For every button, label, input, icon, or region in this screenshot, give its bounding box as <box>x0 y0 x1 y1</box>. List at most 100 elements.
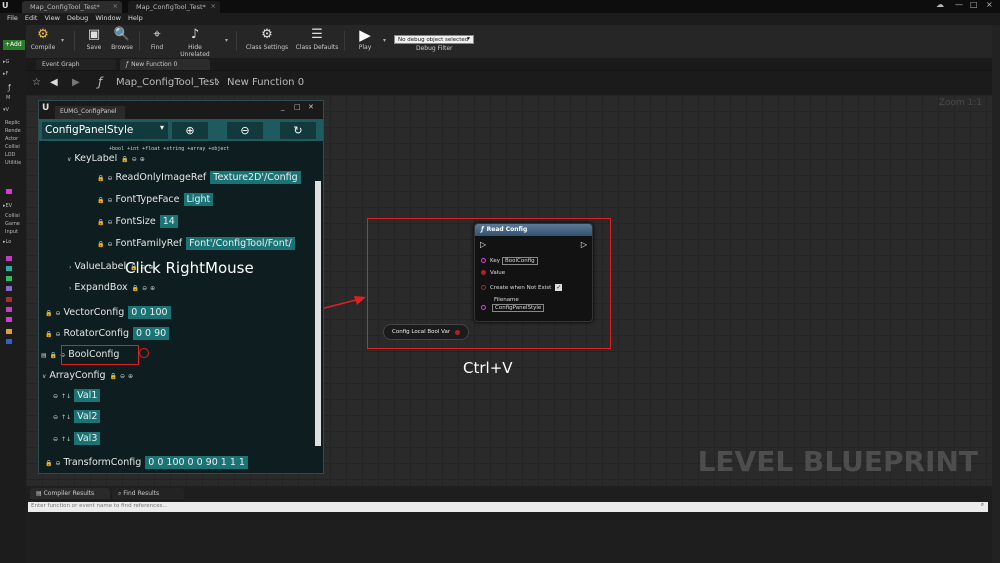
vector-label: VectorConfig <box>63 307 125 318</box>
lock-icon: 🔒 <box>121 156 129 163</box>
tree-row-vector[interactable]: 🔒 ⊖ VectorConfig 0 0 100 <box>45 306 171 319</box>
transform-value[interactable]: 0 0 100 0 0 90 1 1 1 <box>145 456 248 469</box>
panel-title-bar: U EUMG_ConfigPanel _ □ ✕ <box>39 101 323 119</box>
chevron-right-icon: › <box>69 285 72 292</box>
readonly-value[interactable]: Texture2D'/Config <box>210 171 301 184</box>
tree-row-fonttype[interactable]: 🔒 ⊖ FontTypeFace Light <box>97 193 214 206</box>
minus-icon[interactable]: ⊖ <box>53 393 58 400</box>
minus-icon[interactable]: ⊖ <box>107 241 112 248</box>
tree-row-array[interactable]: ∨ ArrayConfig 🔒 ⊖ ⊕ <box>42 370 136 381</box>
tree-row-readonly[interactable]: 🔒 ⊖ ReadOnlyImageRef Texture2D'/Config <box>97 171 301 184</box>
minimize-icon[interactable]: _ <box>281 103 285 111</box>
style-select-value: ConfigPanelStyle <box>45 124 134 136</box>
minus-icon[interactable]: ⊖ <box>55 310 60 317</box>
unreal-logo-icon: U <box>42 103 50 113</box>
remove-entry-button[interactable]: ⊖ <box>227 122 263 139</box>
tree-row-val2[interactable]: ⊖ ↑↓ Val2 <box>53 410 101 423</box>
tree-row-fontfamily[interactable]: 🔒 ⊖ FontFamilyRef Font'/ConfigTool/Font/ <box>97 237 295 250</box>
style-select[interactable]: ConfigPanelStyle ▾ <box>42 122 168 139</box>
maximize-icon[interactable]: □ <box>294 103 301 111</box>
tab-find-results-label: Find Results <box>123 490 160 497</box>
config-tree: ∨ KeyLabel 🔒 ⊖ ⊕ 🔒 ⊖ ReadOnlyImageRef Texture2D… <box>39 154 313 472</box>
tree-row-val3[interactable]: ⊖ ↑↓ Val3 <box>53 432 101 445</box>
tab-compiler-results[interactable]: ▤ Compiler Results <box>30 488 110 499</box>
valuelabel-label: ValueLabel <box>74 261 127 272</box>
minus-icon[interactable]: ⊖ <box>53 414 58 421</box>
minus-icon[interactable]: ⊖ <box>55 460 60 467</box>
minus-icon[interactable]: ⊖ <box>107 197 112 204</box>
fontfamily-value[interactable]: Font'/ConfigTool/Font/ <box>186 237 295 250</box>
lock-icon: 🔒 <box>131 285 140 292</box>
fontsize-label: FontSize <box>115 216 156 227</box>
bool-config-highlight <box>61 345 139 365</box>
lock-icon: 🔒 <box>49 352 58 359</box>
plus-circle-icon: ⊕ <box>185 124 195 137</box>
keylabel-label: KeyLabel <box>74 154 118 164</box>
config-panel-window: U EUMG_ConfigPanel _ □ ✕ ConfigPanelStyl… <box>38 100 324 474</box>
plus-icon[interactable]: ⊕ <box>140 156 145 163</box>
array-label: ArrayConfig <box>49 370 106 381</box>
find-placeholder: Enter function or event name to find ref… <box>31 503 168 509</box>
tab-compiler-results-label: Compiler Results <box>43 490 95 497</box>
context-menu-icon: ▤ <box>41 352 47 359</box>
close-icon[interactable]: ✕ <box>308 103 314 111</box>
minus-icon[interactable]: ⊖ <box>120 373 125 380</box>
fontsize-value[interactable]: 14 <box>159 215 178 228</box>
readonly-label: ReadOnlyImageRef <box>115 172 207 183</box>
chevron-down-icon: ▾ <box>159 123 164 132</box>
fonttype-value[interactable]: Light <box>183 193 214 206</box>
minus-icon[interactable]: ⊖ <box>142 285 147 292</box>
fontfamily-label: FontFamilyRef <box>115 238 183 249</box>
fonttype-label: FontTypeFace <box>115 194 180 205</box>
right-side-strip <box>992 25 1000 563</box>
rotator-label: RotatorConfig <box>63 328 129 339</box>
expandbox-label: ExpandBox <box>74 282 128 293</box>
panel-tab-label: EUMG_ConfigPanel <box>60 108 117 115</box>
add-entry-button[interactable]: ⊕ <box>172 122 208 139</box>
find-input[interactable]: Enter function or event name to find ref… <box>28 502 988 512</box>
chevron-down-icon: ∨ <box>67 156 72 163</box>
type-hint-text: +bool +int +float +string +array +object <box>109 146 230 152</box>
plus-icon[interactable]: ⊕ <box>128 373 133 380</box>
search-icon[interactable]: ⌕ <box>981 502 984 509</box>
panel-scrollbar[interactable] <box>315 181 321 446</box>
chevron-down-icon: ∨ <box>42 373 47 380</box>
lock-icon: 🔒 <box>97 241 105 248</box>
minus-circle-icon: ⊖ <box>240 124 250 137</box>
move-up-icon[interactable]: ↑↓ <box>61 393 71 400</box>
val2-value[interactable]: Val2 <box>74 410 101 423</box>
refresh-button[interactable]: ↻ <box>280 122 316 139</box>
minus-icon[interactable]: ⊖ <box>55 331 60 338</box>
tree-row-keylabel[interactable]: ∨ KeyLabel 🔒 ⊖ ⊕ <box>67 154 148 164</box>
val3-value[interactable]: Val3 <box>74 432 101 445</box>
plus-icon[interactable]: ⊕ <box>150 285 155 292</box>
tree-row-fontsize[interactable]: 🔒 ⊖ FontSize 14 <box>97 215 178 228</box>
vector-value[interactable]: 0 0 100 <box>128 306 171 319</box>
tab-find-results[interactable]: ⌕ Find Results <box>112 488 184 499</box>
lock-icon: 🔒 <box>45 331 53 338</box>
minus-icon[interactable]: ⊖ <box>53 436 58 443</box>
minus-icon[interactable]: ⊖ <box>107 219 112 226</box>
move-up-icon[interactable]: ↑↓ <box>61 414 71 421</box>
minus-icon[interactable]: ⊖ <box>107 175 112 182</box>
panel-header: ConfigPanelStyle ▾ ⊕ ⊖ ↻ <box>39 119 323 141</box>
lock-icon: 🔒 <box>45 310 53 317</box>
tree-row-val1[interactable]: ⊖ ↑↓ Val1 <box>53 389 101 402</box>
tree-row-expandbox[interactable]: › ExpandBox 🔒 ⊖ ⊕ <box>69 282 158 293</box>
chevron-right-icon: › <box>69 264 72 271</box>
compiler-results-icon: ▤ <box>36 490 44 497</box>
refresh-icon: ↻ <box>293 124 303 137</box>
rotator-value[interactable]: 0 0 90 <box>132 327 170 340</box>
move-up-icon[interactable]: ↑↓ <box>61 436 71 443</box>
val1-value[interactable]: Val1 <box>74 389 101 402</box>
transform-label: TransformConfig <box>63 457 142 468</box>
lock-icon: 🔒 <box>97 175 105 182</box>
lock-icon: 🔒 <box>97 219 105 226</box>
click-rightmouse-annotation: Click RightMouse <box>125 259 254 277</box>
bottom-panel: ▤ Compiler Results ⌕ Find Results Enter … <box>26 486 992 563</box>
panel-tab[interactable]: EUMG_ConfigPanel <box>55 106 125 119</box>
minus-icon[interactable]: ⊖ <box>132 156 137 163</box>
right-click-marker <box>139 348 149 358</box>
tree-row-rotator[interactable]: 🔒 ⊖ RotatorConfig 0 0 90 <box>45 327 170 340</box>
tree-row-transform[interactable]: 🔒 ⊖ TransformConfig 0 0 100 0 0 90 1 1 1 <box>45 456 248 469</box>
